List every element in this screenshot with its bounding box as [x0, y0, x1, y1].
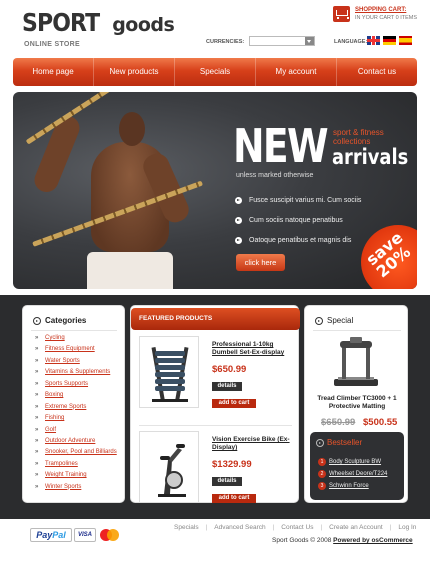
- bestseller-list: 1 Body Sculpture BW 2 Wheelset Deore/T22…: [318, 456, 387, 492]
- logo-subtitle: ONLINE STORE: [24, 41, 80, 48]
- arrow-circle-icon: [315, 317, 323, 325]
- category-link[interactable]: Weight Training: [35, 470, 117, 482]
- visa-logo: VISA: [74, 528, 96, 542]
- banner-headline: NEW: [233, 119, 329, 173]
- cart-count: IN YOUR CART 0 ITEMS: [355, 15, 418, 21]
- currency-select[interactable]: [249, 36, 315, 46]
- promo-banner: NEW sport & fitness collections arrivals …: [13, 92, 417, 289]
- logo-main: SPORT: [22, 8, 100, 37]
- shopping-cart[interactable]: SHOPPING CART: IN YOUR CART 0 ITEMS: [333, 5, 423, 24]
- bestseller-rank: 3: [318, 482, 326, 490]
- category-link[interactable]: Boxing: [35, 390, 117, 402]
- bestseller-panel: Bestseller 1 Body Sculpture BW 2 Wheelse…: [310, 432, 404, 500]
- flag-spanish-icon[interactable]: [399, 36, 412, 45]
- category-link[interactable]: Vitamins & Supplements: [35, 367, 117, 379]
- footer-link-create-account[interactable]: Create an Account: [329, 524, 382, 531]
- header: SPORT goods ONLINE STORE SHOPPING CART: …: [0, 0, 430, 56]
- nav-specials[interactable]: Specials: [175, 58, 256, 86]
- flag-german-icon[interactable]: [383, 36, 396, 45]
- nav-my-account[interactable]: My account: [256, 58, 337, 86]
- banner-note: unless marked otherwise: [236, 172, 314, 179]
- arrow-circle-icon: [33, 317, 41, 325]
- footer-link-log-in[interactable]: Log In: [398, 524, 416, 531]
- banner-bullet: Fusce suscipit varius mi. Cum sociis: [235, 196, 361, 216]
- click-here-button[interactable]: click here: [236, 254, 285, 271]
- flag-english-icon[interactable]: [367, 36, 380, 45]
- category-link[interactable]: Outdoor Adventure: [35, 436, 117, 448]
- special-product-name-link[interactable]: Tread Climber TC3000 + 1 Protective Matt…: [311, 395, 403, 411]
- category-link[interactable]: Snooker, Pool and Billiards: [35, 447, 117, 459]
- logo[interactable]: SPORT goods: [22, 8, 175, 37]
- cart-title-link[interactable]: SHOPPING CART:: [355, 7, 406, 13]
- nav-new-products[interactable]: New products: [94, 58, 175, 86]
- logo-secondary: goods: [112, 14, 175, 36]
- categories-panel: Categories Cycling Fitness Equipment Wat…: [22, 305, 125, 503]
- exercise-bike-icon: [158, 444, 186, 497]
- nav-contact-us[interactable]: Contact us: [337, 58, 417, 86]
- special-new-price: $500.55: [363, 417, 398, 428]
- bestseller-rank: 2: [318, 470, 326, 478]
- category-link[interactable]: Water Sports: [35, 356, 117, 368]
- language-label: LANGUAGE:: [334, 39, 368, 45]
- category-link[interactable]: Fitness Equipment: [35, 344, 117, 356]
- mastercard-logo: [98, 528, 120, 542]
- product-name-link[interactable]: Professional 1-10kg Dumbell Set-Ex-displ…: [212, 341, 296, 357]
- banner-bullet: Oatoque penatibus et magnis dis: [235, 236, 361, 256]
- featured-products-panel: FEATURED PRODUCTS Professional 1-10kg Du…: [130, 305, 300, 503]
- arrow-circle-icon: [316, 439, 324, 447]
- footer-links: Specials | Advanced Search | Contact Us | Crea…: [174, 524, 417, 531]
- cart-icon[interactable]: [333, 6, 350, 22]
- footer: PayPal VISA Specials | Advanced Search | Con…: [0, 519, 430, 561]
- currencies-label: CURRENCIES:: [206, 39, 245, 45]
- category-link[interactable]: Winter Sports: [35, 482, 117, 494]
- banner-arrivals: arrivals: [332, 145, 409, 169]
- details-button[interactable]: details: [212, 477, 242, 486]
- footer-link-specials[interactable]: Specials: [174, 524, 199, 531]
- tread-climber-image[interactable]: [330, 335, 382, 390]
- special-title: Special: [315, 316, 353, 325]
- special-old-price: $650.99: [321, 417, 356, 428]
- details-button[interactable]: details: [212, 382, 242, 391]
- categories-list: Cycling Fitness Equipment Water Sports V…: [35, 333, 117, 494]
- bestseller-link[interactable]: 2 Wheelset Deore/T224: [318, 468, 387, 480]
- bestseller-title: Bestseller: [316, 438, 362, 447]
- dumbbell-rack-icon: [151, 347, 189, 402]
- category-link[interactable]: Sports Supports: [35, 379, 117, 391]
- featured-title: FEATURED PRODUCTS: [131, 308, 300, 330]
- special-panel: Special Tread Climber TC3000 + 1 Protect…: [304, 305, 408, 503]
- category-link[interactable]: Fishing: [35, 413, 117, 425]
- category-link[interactable]: Cycling: [35, 333, 117, 345]
- copyright: Sport Goods © 2008 Powered by osCommerce: [272, 537, 413, 544]
- category-link[interactable]: Extreme Sports: [35, 402, 117, 414]
- banner-collection-text: sport & fitness collections: [333, 128, 384, 146]
- nav-home[interactable]: Home page: [13, 58, 94, 86]
- category-link[interactable]: Golf: [35, 425, 117, 437]
- bestseller-link[interactable]: 3 Schwinn Force: [318, 480, 387, 492]
- paypal-logo: PayPal: [30, 528, 72, 542]
- product-image[interactable]: [139, 431, 199, 503]
- banner-bullet: Cum sociis natoque penatibus: [235, 216, 361, 236]
- footer-link-advanced-search[interactable]: Advanced Search: [214, 524, 265, 531]
- powered-by-link[interactable]: Powered by osCommerce: [333, 537, 412, 544]
- category-link[interactable]: Trampolines: [35, 459, 117, 471]
- add-to-cart-button[interactable]: add to cart: [212, 399, 256, 408]
- banner-bullets: Fusce suscipit varius mi. Cum sociis Cum…: [235, 196, 361, 256]
- add-to-cart-button[interactable]: add to cart: [212, 494, 256, 503]
- bestseller-link[interactable]: 1 Body Sculpture BW: [318, 456, 387, 468]
- product-price: $1329.99: [212, 459, 252, 470]
- chevron-down-icon[interactable]: [305, 37, 314, 45]
- footer-link-contact-us[interactable]: Contact Us: [281, 524, 313, 531]
- categories-title: Categories: [33, 316, 86, 325]
- product-name-link[interactable]: Vision Exercise Bike (Ex-Display): [212, 436, 296, 452]
- product-image[interactable]: [139, 336, 199, 408]
- bestseller-rank: 1: [318, 458, 326, 466]
- main-nav: Home page New products Specials My accou…: [13, 58, 417, 86]
- product-price: $650.99: [212, 364, 247, 375]
